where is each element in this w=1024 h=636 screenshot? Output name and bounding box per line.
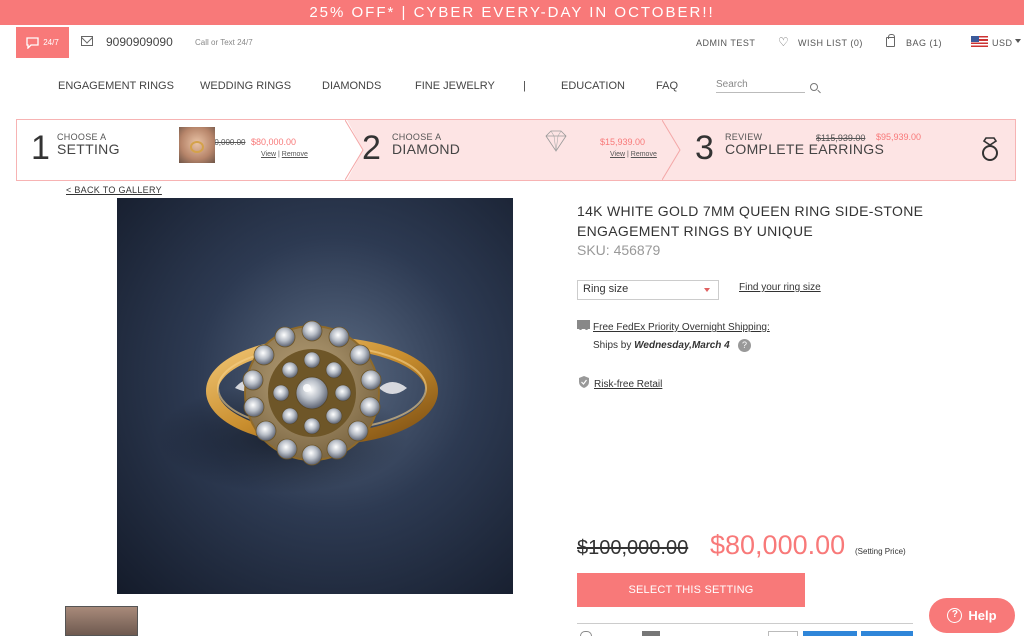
- phone-number[interactable]: 9090909090: [106, 35, 173, 49]
- link-separator: |: [627, 151, 629, 158]
- share-button[interactable]: [803, 631, 857, 636]
- search-icon[interactable]: [810, 83, 818, 91]
- step-2-number: 2: [362, 129, 381, 167]
- heart-icon[interactable]: ♡: [778, 36, 789, 48]
- shipping-link[interactable]: Free FedEx Priority Overnight Shipping:: [593, 322, 770, 333]
- ring-illustration: [157, 320, 438, 493]
- step-2-price: $15,939.00: [600, 137, 646, 147]
- chat-icon: [26, 36, 39, 49]
- nav-wedding-rings[interactable]: WEDDING RINGS: [200, 80, 291, 92]
- back-to-gallery-link[interactable]: < BACK TO GALLERY: [66, 185, 162, 195]
- truck-icon: [577, 320, 590, 330]
- chat-label: 24/7: [43, 38, 59, 47]
- setting-thumbnail[interactable]: [179, 127, 215, 163]
- chevron-down-icon: [704, 288, 710, 292]
- nav-diamonds[interactable]: DIAMONDS: [322, 80, 381, 92]
- nav-fine-jewelry[interactable]: FINE JEWELRY: [415, 80, 495, 92]
- product-thumbnail[interactable]: [65, 606, 138, 636]
- sale-price: $80,000.00: [710, 530, 846, 560]
- select-setting-button[interactable]: SELECT THIS SETTING: [577, 573, 805, 607]
- step-2-view-link[interactable]: View: [610, 151, 625, 158]
- step-2-remove-link[interactable]: Remove: [631, 151, 657, 158]
- divider: [577, 623, 913, 624]
- bag-icon[interactable]: [886, 34, 895, 47]
- shield-icon: [579, 376, 589, 388]
- ships-by-prefix: Ships by: [593, 340, 635, 351]
- bag-link[interactable]: BAG (1): [906, 38, 942, 48]
- step-3-old-price: $115,939.00: [816, 133, 866, 143]
- nav-education[interactable]: EDUCATION: [561, 80, 625, 92]
- question-icon: ?: [947, 608, 963, 623]
- main-nav: ENGAGEMENT RINGS WEDDING RINGS DIAMONDS …: [0, 77, 1024, 96]
- step-2-links: View | Remove: [610, 151, 657, 158]
- currency-select[interactable]: USD: [992, 38, 1013, 48]
- help-label: Help: [968, 608, 997, 623]
- promo-banner[interactable]: 25% OFF* | CYBER EVERY-DAY IN OCTOBER!!: [0, 0, 1024, 25]
- find-ring-size-link[interactable]: Find your ring size: [739, 282, 821, 293]
- ships-by-date: Wednesday,March 4: [634, 340, 730, 351]
- ring-icon[interactable]: [979, 136, 1001, 162]
- product-sku: SKU: 456879: [577, 242, 661, 258]
- share-button[interactable]: [768, 631, 798, 636]
- nav-faq[interactable]: FAQ: [656, 80, 678, 92]
- call-text: Call or Text 24/7: [195, 38, 253, 47]
- ships-by-text: Ships by Wednesday,March 4: [593, 340, 730, 351]
- question-icon[interactable]: ?: [738, 339, 751, 352]
- print-icon[interactable]: [642, 631, 660, 636]
- original-price: $100,000.00: [577, 537, 689, 559]
- chat-button[interactable]: 24/7: [16, 27, 69, 58]
- step-3-title[interactable]: COMPLETE EARRINGS: [725, 141, 884, 157]
- product-image[interactable]: [117, 198, 513, 594]
- top-bar: 24/7 9090909090 Call or Text 24/7 ADMIN …: [0, 25, 1024, 61]
- mail-icon[interactable]: [81, 36, 93, 46]
- share-button[interactable]: [861, 631, 913, 636]
- step-1-remove-link[interactable]: Remove: [282, 151, 308, 158]
- ring-size-label: Ring size: [583, 283, 629, 295]
- diamond-icon[interactable]: [541, 127, 571, 157]
- us-flag-icon[interactable]: [971, 36, 988, 47]
- step-1-links: View | Remove: [261, 151, 308, 158]
- step-2-title[interactable]: DIAMOND: [392, 141, 460, 157]
- product-title: 14K WHITE GOLD 7MM QUEEN RING SIDE-STONE…: [577, 203, 924, 239]
- heart-icon[interactable]: [580, 631, 592, 636]
- ring-size-select[interactable]: Ring size: [577, 280, 719, 300]
- wishlist-link[interactable]: WISH LIST (0): [798, 38, 863, 48]
- help-button[interactable]: ? Help: [929, 598, 1015, 633]
- account-link[interactable]: ADMIN TEST: [696, 38, 755, 48]
- step-arrow-divider: [662, 120, 682, 180]
- step-1-view-link[interactable]: View: [261, 151, 276, 158]
- step-3-price: $95,939.00: [876, 132, 922, 142]
- step-1-number: 1: [31, 129, 50, 167]
- price-note: (Setting Price): [855, 547, 906, 556]
- risk-free-link[interactable]: Risk-free Retail: [594, 379, 662, 390]
- search-input[interactable]: [716, 77, 805, 93]
- nav-engagement-rings[interactable]: ENGAGEMENT RINGS: [58, 80, 174, 92]
- link-separator: |: [278, 151, 280, 158]
- step-1-price: $80,000.00: [251, 137, 297, 147]
- nav-separator: |: [523, 80, 526, 92]
- chevron-down-icon[interactable]: [1015, 39, 1021, 43]
- progress-steps: 1 CHOOSE A SETTING $100,000.00 $80,000.0…: [16, 119, 1016, 181]
- step-1-title[interactable]: SETTING: [57, 141, 120, 157]
- step-3-number: 3: [695, 129, 714, 167]
